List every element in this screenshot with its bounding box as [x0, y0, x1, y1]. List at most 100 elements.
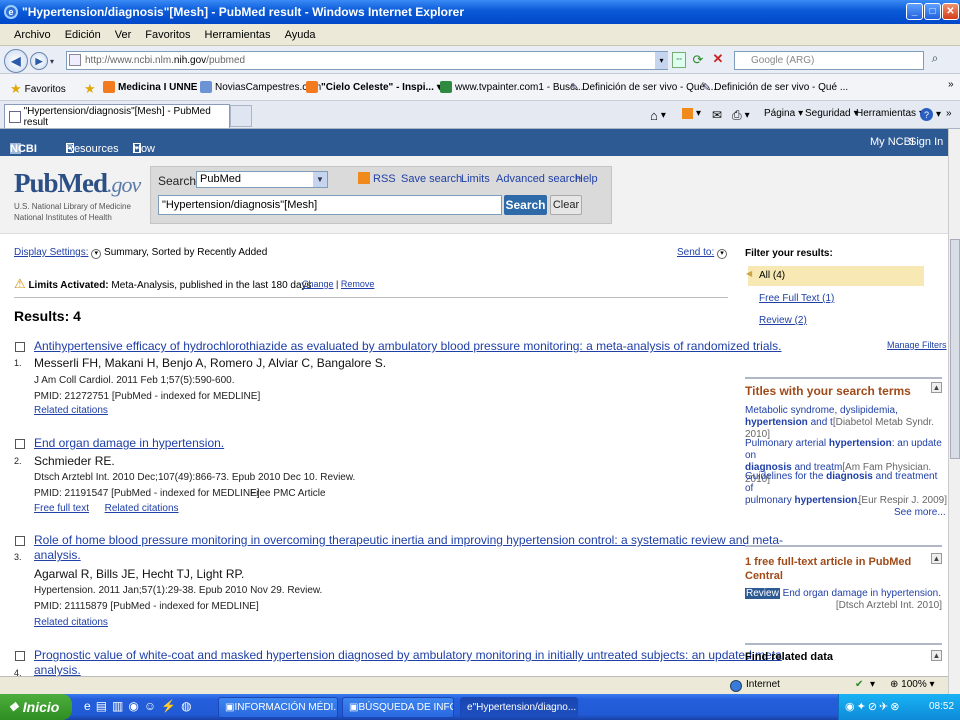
change-limits-link[interactable]: Change — [302, 279, 334, 289]
flash-icon[interactable]: ⚡ — [161, 699, 176, 715]
zoom-icon[interactable]: ▾ — [870, 679, 875, 690]
filter-review[interactable]: Review (2) — [759, 315, 807, 326]
stop-icon[interactable]: ✕ — [710, 51, 726, 67]
result-pmid: PMID: 21272751 [PubMed - indexed for MED… — [34, 391, 261, 402]
address-input[interactable]: http://www.ncbi.nlm. nih.gov/pubmed — [66, 51, 668, 70]
folder-icon[interactable]: ▤ — [96, 699, 107, 715]
system-tray: ◉✦⊘✈⊗ 08:52 — [838, 694, 960, 720]
display-settings-link[interactable]: Display Settings: — [14, 247, 88, 258]
result-title-link[interactable]: Antihypertensive efficacy of hydrochloro… — [34, 339, 782, 354]
address-dropdown-icon[interactable]: ▾ — [655, 52, 668, 69]
compat-view-icon[interactable]: ⇔ — [672, 52, 686, 68]
favorites-button[interactable]: ★ Favoritos — [10, 81, 66, 97]
menu-herramientas[interactable]: Herramientas — [205, 29, 271, 41]
manage-filters-link[interactable]: Manage Filters — [887, 340, 947, 350]
page-menu[interactable]: Página ▾ — [764, 108, 803, 119]
chevron-down-icon[interactable]: ▾ — [91, 249, 102, 259]
related-citations-link[interactable]: Related citations — [105, 503, 179, 514]
menu-favoritos[interactable]: Favoritos — [145, 29, 190, 41]
add-favorite-icon[interactable]: ★ — [84, 81, 96, 97]
home-icon[interactable]: ⌂ ▾ — [650, 108, 666, 123]
help-link[interactable]: Help — [575, 173, 598, 185]
firefox-icon[interactable]: ◍ — [181, 699, 191, 715]
chevron-down-icon[interactable]: ▾ — [717, 249, 728, 259]
ie-icon[interactable]: e — [84, 699, 91, 715]
result-title-link[interactable]: Prognostic value of white-coat and maske… — [34, 648, 782, 678]
scrollbar-thumb[interactable] — [950, 239, 960, 459]
save-search-link[interactable]: Save search — [401, 173, 462, 185]
more-favorites-icon[interactable]: » — [948, 79, 954, 90]
remove-limits-link[interactable]: Remove — [341, 279, 375, 289]
media-icon[interactable]: ◉ — [128, 699, 138, 715]
fav-link-medicina[interactable]: Medicina I UNNE▾ — [103, 81, 206, 93]
result-checkbox[interactable] — [15, 439, 25, 449]
print-icon[interactable]: ⎙ ▾ — [732, 108, 750, 123]
related-title-link-1[interactable]: Metabolic syndrome, dyslipidemia, hypert… — [745, 405, 945, 441]
collapse-icon[interactable]: ▲ — [931, 650, 942, 661]
result-checkbox[interactable] — [15, 536, 25, 546]
desktop-icon[interactable]: ▥ — [112, 699, 123, 715]
refresh-icon[interactable]: ⟳ — [690, 52, 706, 68]
related-title-link-3[interactable]: Guidelines for the diagnosis and treatme… — [745, 471, 947, 507]
menu-ayuda[interactable]: Ayuda — [285, 29, 316, 41]
clock: 08:52 — [929, 701, 955, 712]
clear-button[interactable]: Clear — [550, 195, 582, 215]
free-full-text-link[interactable]: Free full text — [34, 503, 89, 514]
fav-link-definicion-1[interactable]: ✎ Definición de ser vivo - Qué ... — [570, 81, 716, 94]
result-checkbox[interactable] — [15, 651, 25, 661]
security-menu[interactable]: Seguridad ▾ — [805, 108, 859, 119]
mail-icon[interactable]: ✉ — [712, 108, 722, 122]
collapse-icon[interactable]: ▲ — [931, 382, 942, 393]
close-button[interactable]: ✕ — [942, 3, 959, 20]
result-number: 3. — [14, 552, 22, 562]
back-button[interactable]: ◀ — [4, 49, 28, 73]
filter-active[interactable]: ◀ All (4) — [746, 266, 924, 286]
menu-archivo[interactable]: Archivo — [14, 29, 51, 41]
limits-link[interactable]: Limits — [461, 173, 490, 185]
vertical-scrollbar[interactable] — [948, 129, 960, 694]
database-select[interactable]: PubMed ▼ — [196, 171, 328, 188]
filter-free-full-text[interactable]: Free Full Text (1) — [759, 293, 834, 304]
fav-link-novias[interactable]: NoviasCampestres.com — [200, 81, 321, 93]
sign-in-link[interactable]: Sign In — [909, 136, 943, 148]
filter-heading: Filter your results: — [745, 248, 833, 259]
tray-icons[interactable]: ◉✦⊘✈⊗ — [845, 700, 901, 713]
taskbar-item-1[interactable]: ▣ INFORMACIÓN MÉDI... — [218, 697, 338, 718]
send-to-link[interactable]: Send to: — [677, 247, 714, 258]
fav-link-definicion-2[interactable]: ✎ Definición de ser vivo - Qué ... — [702, 81, 848, 94]
taskbar-item-3[interactable]: e "Hypertension/diagno... — [460, 697, 578, 718]
history-dropdown-icon[interactable]: ▾ — [50, 57, 54, 66]
search-icon[interactable]: ⌕ — [927, 51, 943, 69]
advanced-search-link[interactable]: Advanced search — [496, 173, 581, 185]
limits-activated: ⚠ Limits Activated: Meta-Analysis, publi… — [14, 276, 312, 291]
feeds-icon[interactable]: ▾ — [682, 108, 701, 119]
my-ncbi-link[interactable]: My NCBI — [870, 136, 914, 148]
start-button[interactable]: ❖ Inicio — [0, 694, 72, 720]
pubmed-logo[interactable]: PubMed.gov — [14, 168, 141, 199]
see-more-link[interactable]: See more... — [894, 507, 946, 518]
search-term-input[interactable]: "Hypertension/diagnosis"[Mesh] — [158, 195, 502, 215]
menu-edicion[interactable]: Edición — [65, 29, 101, 41]
search-button[interactable]: Search — [504, 195, 547, 215]
menu-ver[interactable]: Ver — [115, 29, 132, 41]
new-tab-button[interactable] — [230, 105, 252, 127]
collapse-icon[interactable]: ▲ — [931, 553, 942, 564]
forward-button[interactable]: ▶ — [30, 52, 48, 70]
tools-menu[interactable]: Herramientas▾ — [856, 108, 924, 119]
help-icon[interactable]: ? ▾ — [920, 108, 941, 121]
result-checkbox[interactable] — [15, 342, 25, 352]
more-commands-icon[interactable]: » — [946, 108, 952, 119]
taskbar-item-2[interactable]: ▣ BÚSQUEDA DE INFO... — [342, 697, 454, 718]
zoom-level[interactable]: ⊕ 100% ▾ — [890, 679, 935, 690]
messenger-icon[interactable]: ☺ — [144, 699, 156, 715]
web-search-input[interactable]: Google (ARG) — [734, 51, 924, 70]
minimize-button[interactable]: _ — [906, 3, 923, 20]
browser-tab-active[interactable]: "Hypertension/diagnosis"[Mesh] - PubMed … — [4, 104, 230, 128]
fav-link-cielo[interactable]: "Cielo Celeste" - Inspi...▾ — [306, 81, 442, 93]
rss-link[interactable]: RSS — [373, 173, 396, 185]
fav-link-tvpainter[interactable]: www.tvpainter.com1 - Busc... — [440, 81, 583, 93]
free-article-link[interactable]: Review End organ damage in hypertension.… — [745, 588, 945, 612]
result-title-link[interactable]: Role of home blood pressure monitoring i… — [34, 533, 783, 563]
maximize-button[interactable]: □ — [924, 3, 941, 20]
result-title-link[interactable]: End organ damage in hypertension. — [34, 436, 224, 451]
